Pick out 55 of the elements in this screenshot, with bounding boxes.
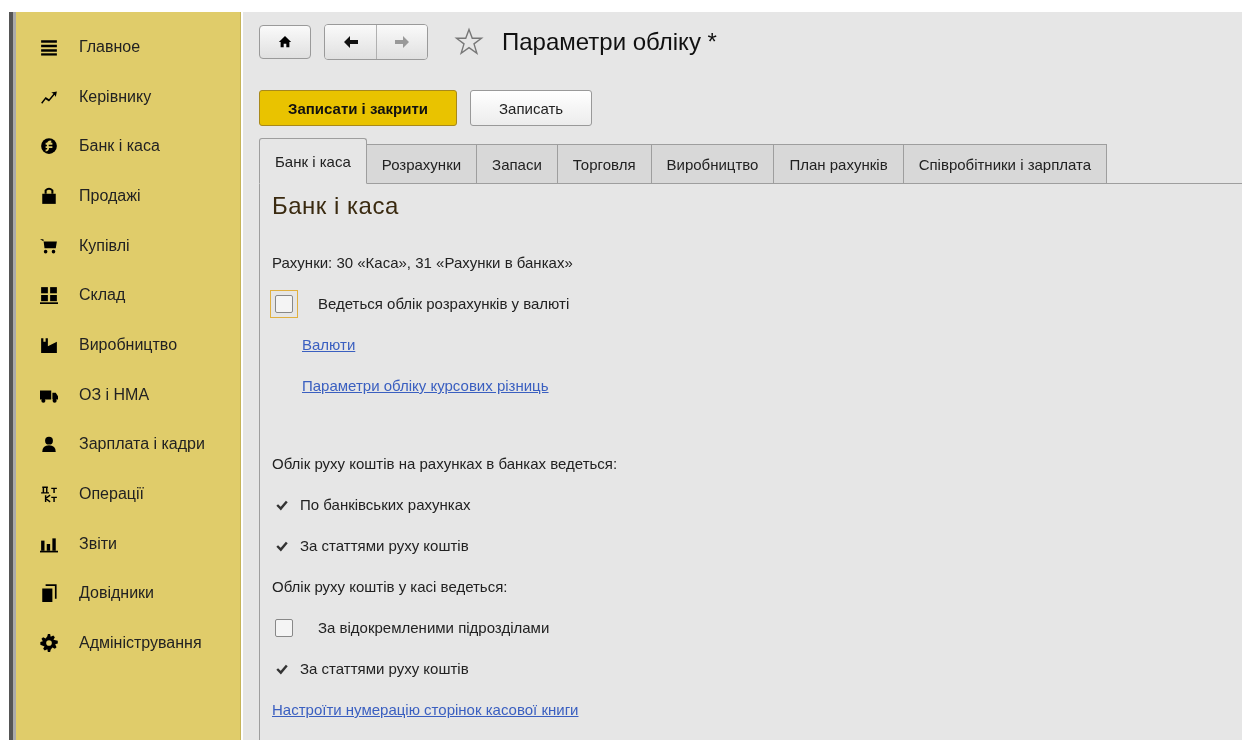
- link[interactable]: Валюти: [302, 336, 356, 353]
- star-icon[interactable]: [454, 27, 484, 57]
- person-icon: [40, 435, 58, 454]
- window-title: Параметри обліку *: [502, 28, 717, 56]
- link[interactable]: Параметри обліку курсових різниць: [302, 377, 549, 394]
- right-arrow-icon: [393, 34, 411, 50]
- grid-icon: [40, 286, 58, 305]
- label-text: Облік руху коштів на рахунках в банках ведеться:: [272, 455, 618, 472]
- tab[interactable]: Торговля: [557, 144, 652, 184]
- save-and-close-button[interactable]: Записати і закрити: [259, 90, 458, 126]
- sidebar-item[interactable]: Довідники: [79, 584, 154, 603]
- back-button[interactable]: [325, 25, 376, 59]
- bag-icon: [40, 186, 58, 205]
- option-label: За статтями руху коштів: [300, 660, 469, 677]
- sidebar-item[interactable]: Операції: [79, 485, 144, 504]
- sidebar-item[interactable]: Банк і каса: [79, 137, 160, 156]
- settings-icon: [40, 634, 58, 653]
- label-text: Облік руху коштів у касі ведеться:: [272, 578, 508, 595]
- save-button[interactable]: Записать: [470, 90, 593, 126]
- tab[interactable]: Запаси: [477, 144, 558, 184]
- tab[interactable]: Розрахунки: [366, 144, 478, 184]
- sidebar-item[interactable]: Звіти: [79, 534, 117, 553]
- sidebar-item[interactable]: Керівнику: [79, 87, 152, 106]
- checkmark-icon[interactable]: [276, 498, 288, 511]
- debit-credit-icon: [40, 485, 58, 504]
- sidebar-item[interactable]: Виробництво: [79, 335, 178, 354]
- checkmark-icon[interactable]: [276, 539, 288, 552]
- checkbox-label: За відокремленими підрозділами: [318, 619, 550, 636]
- cart-icon: [40, 236, 58, 255]
- home-icon: [278, 35, 292, 49]
- tab[interactable]: План рахунків: [774, 144, 904, 184]
- checkbox[interactable]: [275, 618, 293, 637]
- option-label: За статтями руху коштів: [300, 537, 469, 554]
- coin-icon: [40, 137, 58, 156]
- sidebar-item[interactable]: Зарплата і кадри: [79, 435, 205, 454]
- home-button[interactable]: [259, 25, 311, 59]
- menu-icon: [40, 37, 58, 56]
- factory-icon: [40, 335, 58, 354]
- checkbox[interactable]: [275, 294, 293, 313]
- label-text: Рахунки: 30 «Каса», 31 «Рахунки в банках»: [272, 254, 573, 271]
- sidebar-item[interactable]: ОЗ і НМА: [79, 385, 150, 404]
- tab[interactable]: Банк і каса: [259, 138, 367, 184]
- sidebar-item[interactable]: Продажі: [79, 186, 141, 205]
- checkmark-icon[interactable]: [276, 662, 288, 675]
- documents-icon: [40, 584, 58, 603]
- sidebar-item[interactable]: Главное: [79, 37, 141, 56]
- link[interactable]: Настроїти нумерацію сторінок касової книги: [272, 701, 579, 718]
- sidebar-item[interactable]: Адміністрування: [79, 634, 202, 653]
- section-heading: Банк і каса: [272, 191, 400, 221]
- checkbox-label: Ведеться облік розрахунків у валюті: [318, 295, 570, 312]
- sidebar-item[interactable]: Купівлі: [79, 236, 130, 255]
- sidebar-item[interactable]: Склад: [79, 286, 126, 305]
- tab[interactable]: Співробітники і зарплата: [903, 144, 1108, 184]
- option-label: По банківських рахунках: [300, 496, 471, 513]
- tab[interactable]: Виробництво: [651, 144, 775, 184]
